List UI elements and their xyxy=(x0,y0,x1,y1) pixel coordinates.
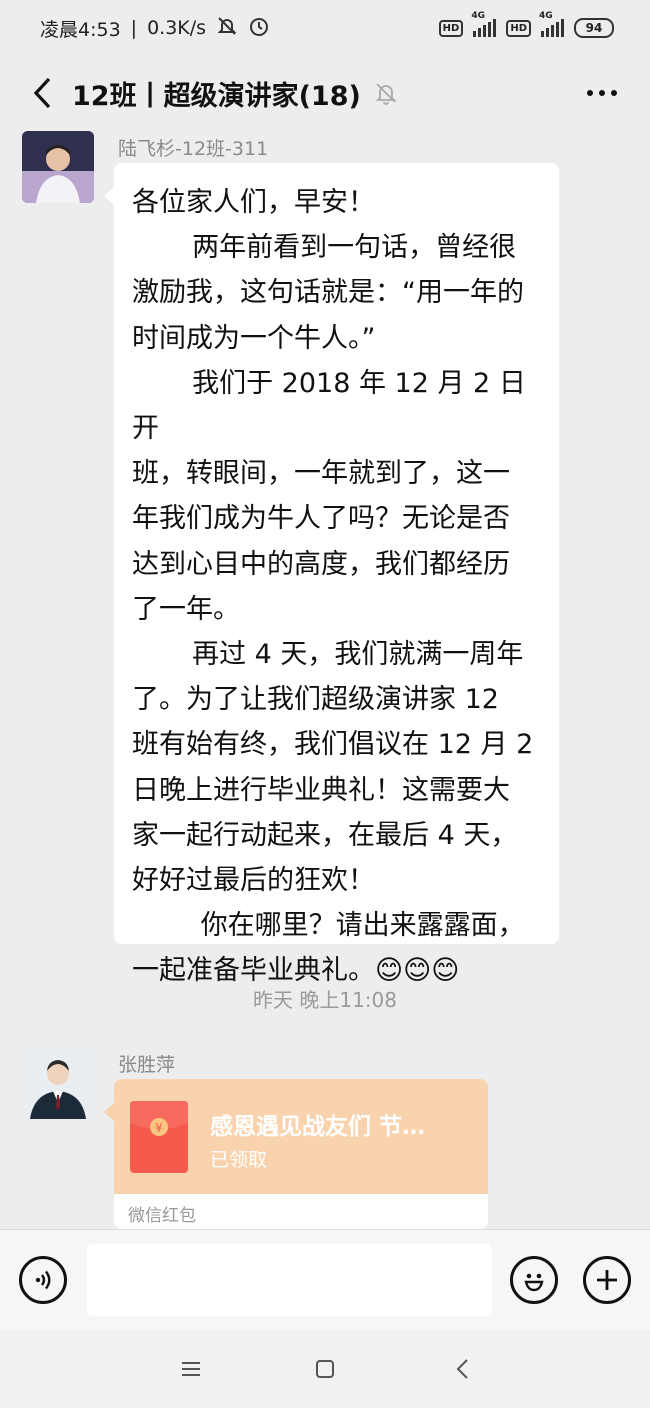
red-envelope-icon: ¥ xyxy=(130,1101,188,1173)
status-time: 凌晨4:53 xyxy=(40,18,121,41)
sender-name: 张胜萍 xyxy=(118,1054,176,1076)
red-packet-body: ¥ 感恩遇见战友们 节… 已领取 xyxy=(114,1079,488,1194)
emoji-button[interactable] xyxy=(510,1256,558,1304)
menu-nav-button[interactable] xyxy=(171,1352,211,1386)
chat-header: 12班丨超级演讲家(18) xyxy=(0,56,650,130)
signal-icon: 4G xyxy=(539,11,564,37)
plus-icon xyxy=(597,1270,617,1290)
more-options-button[interactable] xyxy=(582,73,622,113)
message-bubble[interactable]: 各位家人们，早安！ 两年前看到一句话，曾经很 激励我，这句话就是：“用一年的 时… xyxy=(104,163,559,986)
red-packet-status: 已领取 xyxy=(210,1149,268,1171)
system-nav-bar xyxy=(0,1330,650,1408)
menu-icon xyxy=(182,1362,200,1376)
more-dot-icon xyxy=(611,90,617,96)
alarm-icon xyxy=(248,15,270,42)
more-dot-icon xyxy=(599,90,605,96)
back-nav-button[interactable] xyxy=(442,1352,482,1386)
svg-text:¥: ¥ xyxy=(155,1121,163,1135)
status-bar: 凌晨4:53 | 0.3K/s HD 4G HD 4G 94 xyxy=(0,0,650,56)
home-square-icon xyxy=(316,1360,334,1378)
input-bar xyxy=(0,1229,650,1330)
more-functions-button[interactable] xyxy=(583,1256,631,1304)
avatar[interactable] xyxy=(22,1047,94,1119)
avatar[interactable] xyxy=(22,131,94,203)
smiley-icon xyxy=(524,1273,544,1292)
back-button[interactable] xyxy=(12,63,72,123)
silent-icon xyxy=(216,15,238,42)
red-packet-footer: 微信红包 xyxy=(114,1194,488,1229)
chat-title: 12班丨超级演讲家(18) xyxy=(72,80,361,112)
red-packet-title: 感恩遇见战友们 节… xyxy=(210,1114,426,1140)
home-nav-button[interactable] xyxy=(305,1352,345,1386)
mute-bell-icon xyxy=(373,80,399,106)
sender-name: 陆飞杉-12班-311 xyxy=(118,138,269,160)
hd-badge: HD xyxy=(506,19,531,37)
back-arrow-icon xyxy=(33,77,51,109)
network-speed: 0.3K/s xyxy=(147,17,207,39)
back-triangle-icon xyxy=(456,1359,468,1379)
message-timestamp: 昨天 晚上11:08 xyxy=(253,988,397,1012)
status-separator: | xyxy=(130,17,138,39)
more-dot-icon xyxy=(587,90,593,96)
signal-icon: 4G xyxy=(471,11,497,37)
battery-indicator: 94 xyxy=(574,18,614,38)
message-input[interactable] xyxy=(87,1244,492,1316)
bubble-tail xyxy=(104,1103,114,1121)
red-packet-card[interactable]: ¥ 感恩遇见战友们 节… 已领取 微信红包 xyxy=(114,1079,488,1229)
voice-icon xyxy=(35,1270,51,1290)
voice-button[interactable] xyxy=(19,1256,67,1304)
hd-badge: HD xyxy=(438,19,464,37)
